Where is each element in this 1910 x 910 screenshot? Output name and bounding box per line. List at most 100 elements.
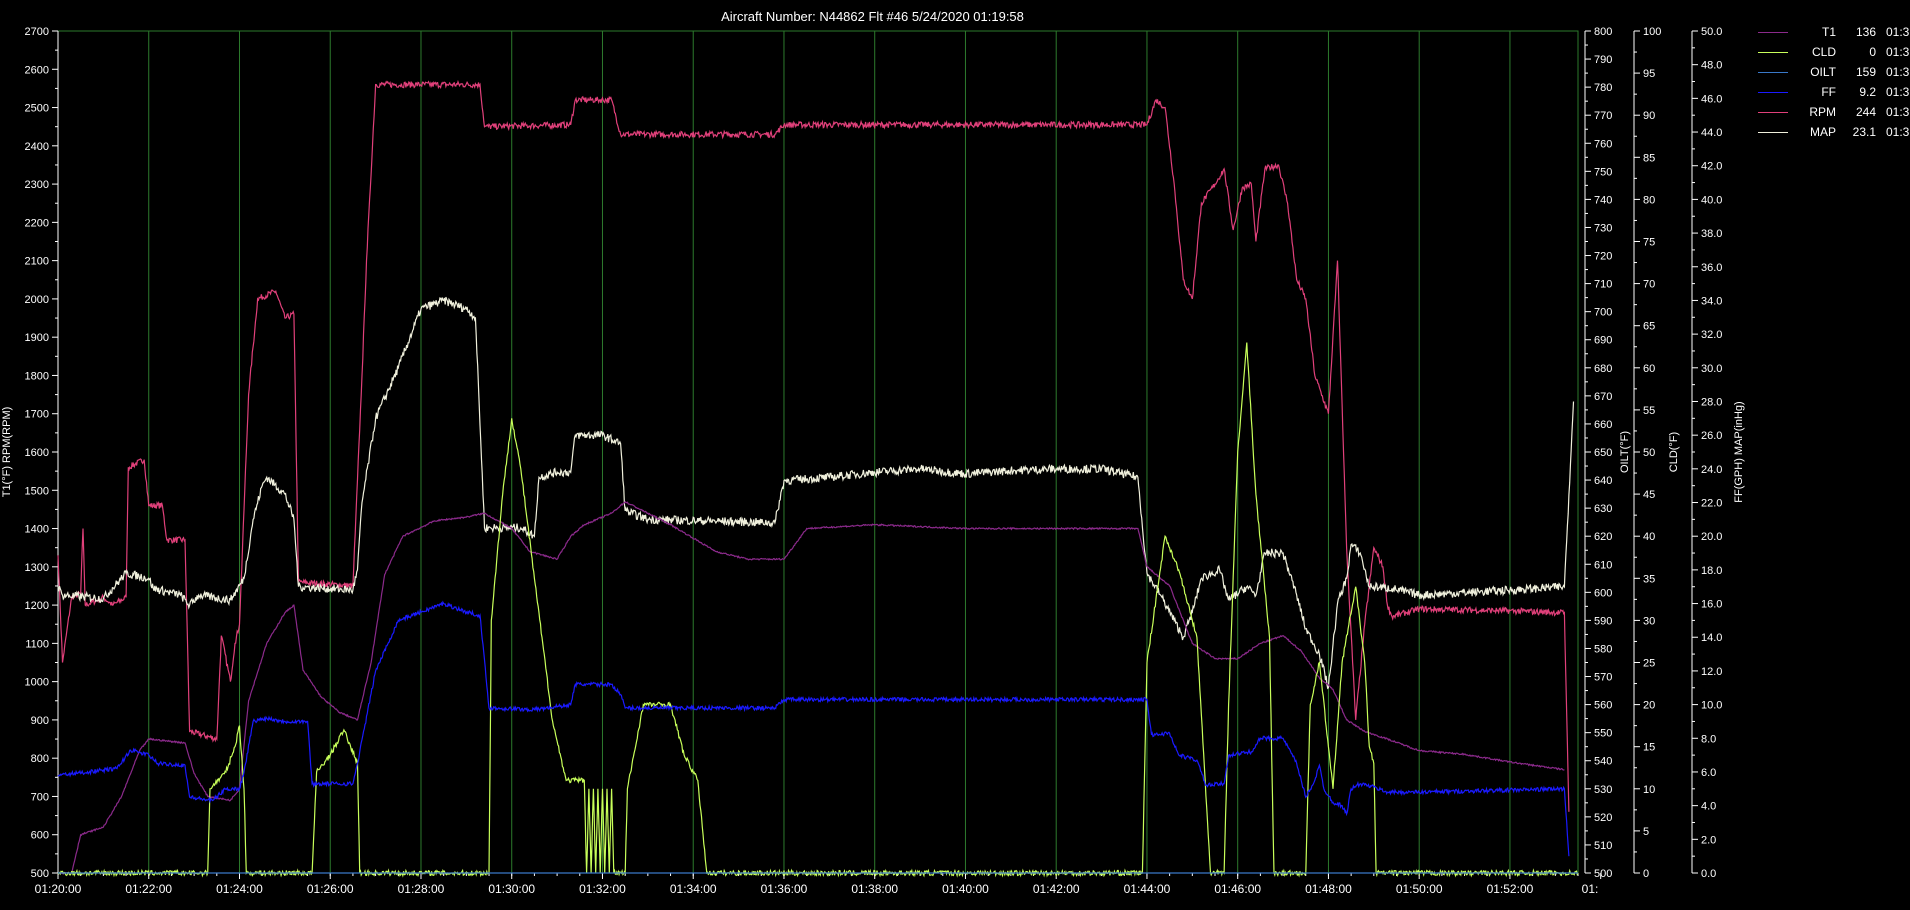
- legend-swatch-map: [1758, 131, 1788, 133]
- y-tick-label: 2000: [25, 294, 49, 306]
- y-tick-label: 45: [1643, 489, 1655, 501]
- y-axis-label-cld: CLD(°F): [1668, 432, 1680, 472]
- x-tick-label: 01:36:00: [761, 882, 808, 896]
- legend-name: MAP: [1809, 125, 1836, 139]
- y-tick-label: 0: [1643, 868, 1649, 880]
- y-tick-label: 730: [1594, 222, 1612, 234]
- y-tick-label: 95: [1643, 68, 1655, 80]
- y-tick-label: 8.0: [1701, 733, 1716, 745]
- y-tick-label: 800: [1594, 26, 1612, 38]
- y-tick-label: 630: [1594, 503, 1612, 515]
- y-tick-label: 30: [1643, 615, 1655, 627]
- chart-canvas: 01:20:00 01:22:00 01:24:00 01:26:00 01:28:00…: [1, 26, 1745, 896]
- y-tick-label: 790: [1594, 54, 1612, 66]
- y-tick-label: 42.0: [1701, 161, 1722, 173]
- y-tick-label: 720: [1594, 251, 1612, 263]
- y-tick-label: 55: [1643, 405, 1655, 417]
- x-tick-label: 01:20:00: [35, 882, 82, 896]
- y-tick-label: 65: [1643, 321, 1655, 333]
- y-tick-label: 600: [31, 830, 49, 842]
- x-tick-label: 01:42:00: [1033, 882, 1080, 896]
- y-tick-label: 26.0: [1701, 430, 1722, 442]
- x-tick-label: 01:44:00: [1124, 882, 1171, 896]
- y-tick-label: 1300: [25, 562, 49, 574]
- y-tick-label: 28.0: [1701, 396, 1722, 408]
- y-tick-label: 12.0: [1701, 666, 1722, 678]
- y-tick-label: 10: [1643, 784, 1655, 796]
- series-line-t1: [57, 500, 1565, 875]
- x-tick-label: 01:52:00: [1487, 882, 1534, 896]
- legend-value: 159: [1855, 65, 1876, 79]
- legend-item-ff[interactable]: FF 9.2 01:36:37: [1758, 82, 1910, 102]
- y-tick-label: 590: [1594, 615, 1612, 627]
- y-tick-label: 32.0: [1701, 329, 1722, 341]
- x-tick-label: 01:24:00: [216, 882, 263, 896]
- y-tick-label: 2100: [25, 256, 49, 268]
- legend-time: 01:36:37: [1886, 105, 1910, 119]
- legend-swatch-t1: [1758, 31, 1788, 33]
- legend-time: 01:36:37: [1886, 85, 1910, 99]
- legend-name: FF: [1821, 85, 1836, 99]
- y-tick-label: 1600: [25, 447, 49, 459]
- y-tick-label: 15: [1643, 742, 1655, 754]
- legend-time: 01:36:37: [1886, 125, 1910, 139]
- y-tick-label: 700: [31, 791, 49, 803]
- y-axis-label-oilt: OILT(°F): [1619, 431, 1631, 473]
- y-tick-label: 1100: [25, 638, 49, 650]
- legend-value: 136: [1855, 25, 1876, 39]
- y-tick-label: 780: [1594, 82, 1612, 94]
- legend-value: 23.1: [1852, 125, 1876, 139]
- y-tick-label: 600: [1594, 587, 1612, 599]
- y-tick-label: 36.0: [1701, 262, 1722, 274]
- legend-item-rpm[interactable]: RPM 244 01:36:37: [1758, 102, 1910, 122]
- y-tick-label: 710: [1594, 279, 1612, 291]
- legend-swatch-ff: [1758, 91, 1788, 93]
- x-tick-label: 01:28:00: [398, 882, 445, 896]
- x-tick-label: 01:: [1582, 882, 1599, 896]
- y-tick-label: 500: [31, 868, 49, 880]
- x-tick-label: 01:32:00: [579, 882, 626, 896]
- y-tick-label: 4.0: [1701, 801, 1716, 813]
- legend-item-map[interactable]: MAP 23.1 01:36:37: [1758, 122, 1910, 142]
- y-tick-label: 10.0: [1701, 700, 1722, 712]
- x-tick-label: 01:22:00: [125, 882, 172, 896]
- legend-value: 9.2: [1859, 85, 1876, 99]
- y-tick-label: 2600: [25, 64, 49, 76]
- y-tick-label: 1000: [25, 677, 49, 689]
- y-tick-label: 22.0: [1701, 498, 1722, 510]
- y-tick-label: 760: [1594, 138, 1612, 150]
- y-tick-label: 520: [1594, 812, 1612, 824]
- legend-item-t1[interactable]: T1 136 01:36:37: [1758, 22, 1910, 42]
- legend-time: 01:36:37: [1886, 45, 1910, 59]
- y-tick-label: 2700: [25, 26, 49, 38]
- y-tick-label: 30.0: [1701, 363, 1722, 375]
- x-tick-label: 01:50:00: [1396, 882, 1443, 896]
- y-tick-label: 60: [1643, 363, 1655, 375]
- y-tick-label: 900: [31, 715, 49, 727]
- y-tick-label: 1800: [25, 370, 49, 382]
- series-line-ff: [57, 600, 1570, 857]
- y-tick-label: 610: [1594, 559, 1612, 571]
- y-tick-label: 750: [1594, 166, 1612, 178]
- x-tick-label: 01:38:00: [851, 882, 898, 896]
- y-tick-label: 48.0: [1701, 60, 1722, 72]
- y-tick-label: 34.0: [1701, 295, 1722, 307]
- y-tick-label: 90: [1643, 110, 1655, 122]
- legend-item-cld[interactable]: CLD 0 01:36:37: [1758, 42, 1910, 62]
- y-tick-label: 1700: [25, 409, 49, 421]
- y-tick-label: 50: [1643, 447, 1655, 459]
- y-tick-label: 2.0: [1701, 834, 1716, 846]
- y-tick-label: 690: [1594, 335, 1612, 347]
- y-tick-label: 670: [1594, 391, 1612, 403]
- y-tick-label: 1200: [25, 600, 49, 612]
- y-tick-label: 500: [1594, 868, 1612, 880]
- y-tick-label: 580: [1594, 643, 1612, 655]
- y-tick-label: 25: [1643, 658, 1655, 670]
- y-tick-label: 660: [1594, 419, 1612, 431]
- y-tick-label: 80: [1643, 194, 1655, 206]
- legend-item-oilt[interactable]: OILT 159 01:36:37: [1758, 62, 1910, 82]
- y-tick-label: 20.0: [1701, 531, 1722, 543]
- y-tick-label: 5: [1643, 826, 1649, 838]
- y-tick-label: 14.0: [1701, 632, 1722, 644]
- y-tick-label: 2300: [25, 179, 49, 191]
